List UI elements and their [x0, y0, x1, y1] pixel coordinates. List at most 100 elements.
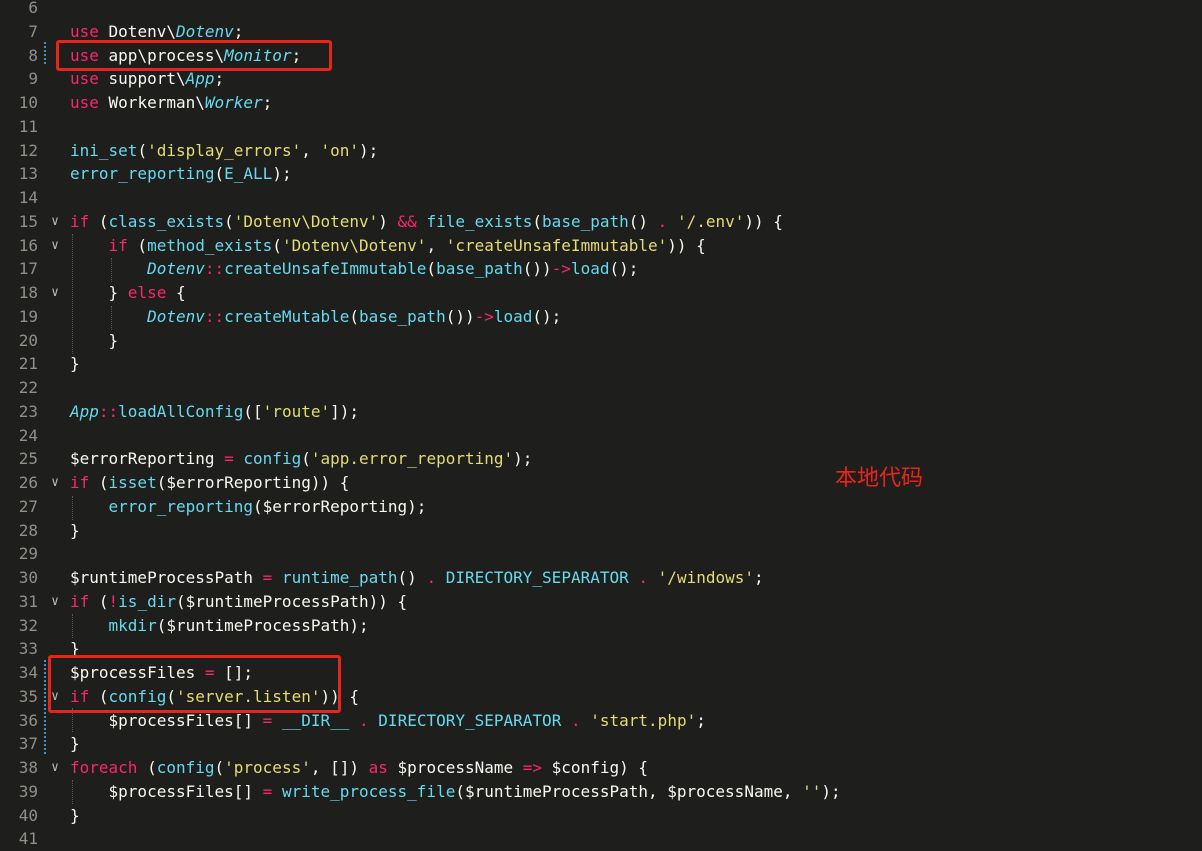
code-line[interactable]: 41: [0, 827, 1202, 851]
code-token: ::: [204, 306, 225, 326]
code-token: isset: [108, 473, 157, 492]
code-token: $processName: [387, 758, 523, 777]
code-line[interactable]: 24: [0, 424, 1202, 448]
code-token: ->: [551, 259, 571, 279]
code-line[interactable]: 16 ∨ if (method_exists('Dotenv\Dotenv', '…: [0, 234, 1202, 258]
code-token: ini_set: [70, 140, 138, 160]
code-token: if: [108, 235, 128, 255]
code-line[interactable]: 15 ∨ if (class_exists('Dotenv\Dotenv') && …: [0, 210, 1202, 234]
code-token: mkdir: [108, 615, 157, 635]
line-number: 24: [18, 425, 38, 445]
code-line[interactable]: 13 error_reporting(E_ALL);: [0, 162, 1202, 186]
code-line[interactable]: 18 ∨ } else {: [0, 281, 1202, 305]
code-token: foreach: [70, 758, 138, 777]
line-number: 31: [18, 591, 38, 611]
code-token: 'on': [320, 140, 359, 160]
fold-chevron-icon[interactable]: ∨: [47, 756, 63, 780]
code-line[interactable]: 11: [0, 115, 1202, 139]
code-token: }: [70, 520, 80, 540]
code-line[interactable]: 30 $runtimeProcessPath = runtime_path() .…: [0, 566, 1202, 590]
code-token: (: [532, 211, 543, 231]
code-token: .: [426, 568, 437, 587]
code-token: =: [262, 568, 273, 587]
code-line[interactable]: 21}: [0, 352, 1202, 376]
indent-guide: [72, 780, 73, 804]
code-text: if (isset($errorReporting)) {: [70, 471, 349, 495]
code-token: }: [70, 354, 80, 374]
fold-chevron-icon[interactable]: ∨: [47, 471, 63, 495]
code-line[interactable]: 27 error_reporting($errorReporting);: [0, 495, 1202, 519]
code-line[interactable]: 12 ini_set('display_errors', 'on');: [0, 139, 1202, 163]
code-line[interactable]: 29: [0, 542, 1202, 566]
code-token: ;: [696, 710, 706, 730]
code-line[interactable]: 10 use Workerman\Worker;: [0, 91, 1202, 115]
code-line[interactable]: 17 Dotenv::createUnsafeImmutable(base_pa…: [0, 257, 1202, 281]
line-number: 12: [18, 140, 38, 160]
code-token: error_reporting: [108, 496, 254, 516]
code-line[interactable]: 14: [0, 186, 1202, 210]
code-line[interactable]: 6: [0, 0, 1202, 20]
code-token: !: [108, 591, 119, 611]
fold-chevron-icon[interactable]: ∨: [47, 234, 63, 258]
code-line[interactable]: 31 ∨ if (!is_dir($runtimeProcessPath)) {: [0, 590, 1202, 614]
line-number: 11: [18, 116, 38, 136]
code-token: ,: [426, 235, 446, 255]
code-line[interactable]: 22: [0, 376, 1202, 400]
code-token: (: [214, 164, 225, 184]
code-line[interactable]: 23 App::loadAllConfig(['route']);: [0, 400, 1202, 424]
code-token: {: [166, 283, 186, 302]
code-line[interactable]: 19 Dotenv::createMutable(base_path())->l…: [0, 305, 1202, 329]
line-number: 15: [18, 211, 38, 231]
code-token: (: [426, 259, 437, 279]
code-token: $config) {: [542, 758, 648, 777]
line-number: 37: [18, 734, 38, 754]
code-token: E_ALL: [224, 164, 273, 184]
code-line[interactable]: 39 $processFiles[] = write_process_file(…: [0, 780, 1202, 804]
code-editor[interactable]: 6 7 use Dotenv\Dotenv; 8 use app\process\Mon…: [0, 0, 1202, 848]
code-line[interactable]: 26 ∨ if (isset($errorReporting)) {: [0, 471, 1202, 495]
code-token: is_dir: [118, 591, 176, 611]
line-number: 27: [18, 496, 38, 516]
code-token: ;: [233, 21, 244, 41]
code-token: ($errorReporting);: [253, 496, 427, 516]
line-number: 36: [18, 710, 38, 730]
code-line[interactable]: 28}: [0, 519, 1202, 543]
fold-chevron-icon[interactable]: ∨: [47, 210, 63, 234]
code-token: (: [89, 211, 109, 231]
fold-chevron-icon[interactable]: ∨: [47, 590, 63, 614]
code-token: '/windows': [657, 568, 754, 587]
code-line[interactable]: 40}: [0, 804, 1202, 828]
code-token: $processFiles[]: [70, 781, 263, 801]
code-token: 'app.error_reporting': [310, 449, 514, 469]
code-token: Dotenv: [175, 21, 234, 41]
code-text: }: [70, 329, 119, 353]
fold-chevron-icon[interactable]: ∨: [47, 281, 63, 305]
indent-guide: [72, 614, 73, 638]
code-token: (: [349, 306, 359, 326]
code-token: if: [70, 591, 90, 611]
line-number: 25: [18, 449, 38, 469]
code-line[interactable]: 20 }: [0, 329, 1202, 353]
code-token: }: [70, 283, 128, 302]
line-number: 18: [18, 283, 38, 302]
code-token: 'Dotenv\Dotenv': [233, 211, 379, 231]
code-line[interactable]: 32 mkdir($runtimeProcessPath);: [0, 614, 1202, 638]
code-line[interactable]: 25 $errorReporting = config('app.error_re…: [0, 447, 1202, 471]
code-line[interactable]: 37}: [0, 732, 1202, 756]
line-number: 20: [18, 330, 38, 350]
code-token: );: [359, 140, 379, 160]
code-token: DIRECTORY_SEPARATOR: [378, 710, 562, 730]
code-text: } else {: [70, 281, 186, 305]
code-line[interactable]: 38 ∨ foreach (config('process', []) as $pr…: [0, 756, 1202, 780]
code-token: ()): [522, 259, 552, 279]
code-text: use Workerman\Worker;: [70, 91, 272, 115]
code-token: loadAllConfig: [118, 401, 244, 421]
code-token: error_reporting: [70, 164, 215, 184]
